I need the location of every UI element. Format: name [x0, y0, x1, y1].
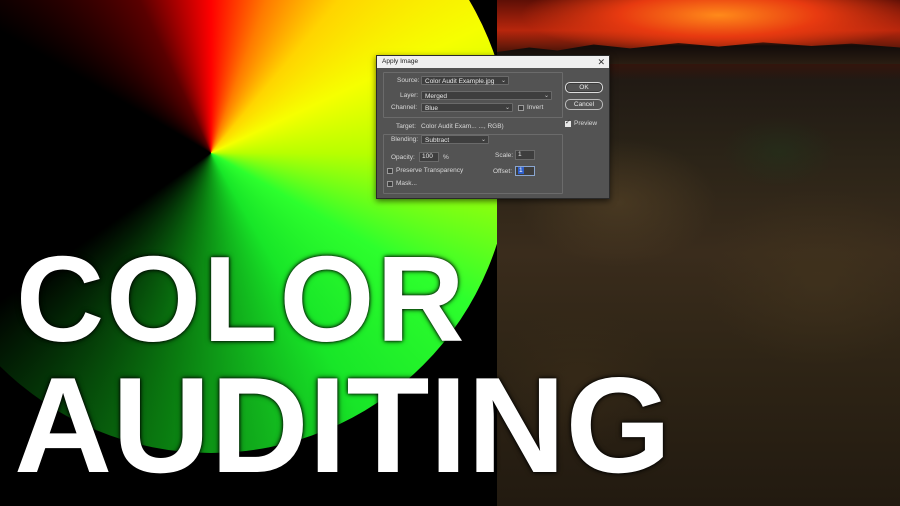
chevron-down-icon: ⌄: [500, 78, 506, 84]
blending-value: Subtract: [425, 137, 450, 144]
chevron-down-icon: ⌄: [504, 105, 510, 111]
layer-value: Merged: [425, 93, 448, 100]
preserve-transparency-label: Preserve Transparency: [396, 167, 464, 174]
apply-image-dialog: Apply Image ✕ Source: Color Audit Exampl…: [376, 55, 610, 199]
layer-label: Layer:: [400, 92, 419, 99]
channel-select[interactable]: Blue ⌄: [421, 103, 513, 112]
mask-label: Mask...: [396, 180, 417, 187]
dialog-title: Apply Image: [382, 58, 419, 65]
target-label: Target:: [396, 123, 416, 130]
target-value: Color Audit Exam... ..., RGB): [421, 123, 504, 130]
opacity-unit: %: [443, 154, 449, 161]
preview-label: Preview: [574, 120, 598, 127]
mask-checkbox[interactable]: [387, 181, 393, 187]
ok-button[interactable]: OK: [565, 82, 603, 93]
preview-checkbox[interactable]: [565, 118, 571, 127]
cancel-button[interactable]: Cancel: [565, 99, 603, 110]
source-select[interactable]: Color Audit Example.jpg ⌄: [421, 76, 509, 85]
scale-value: 1: [518, 151, 522, 158]
blending-select[interactable]: Subtract ⌄: [421, 135, 489, 144]
scale-label: Scale:: [495, 152, 514, 159]
opacity-value: 100: [422, 153, 433, 160]
layer-select[interactable]: Merged ⌄: [421, 91, 552, 100]
scale-input[interactable]: 1: [515, 150, 535, 160]
chevron-down-icon: ⌄: [480, 137, 486, 143]
preserve-transparency-checkbox[interactable]: [387, 168, 393, 174]
close-icon[interactable]: ✕: [597, 56, 605, 68]
source-label: Source:: [397, 77, 420, 84]
opacity-label: Opacity:: [391, 154, 415, 161]
blending-label: Blending:: [391, 136, 419, 143]
channel-value: Blue: [425, 105, 439, 112]
offset-value: 1: [518, 167, 524, 174]
dialog-titlebar[interactable]: Apply Image ✕: [377, 56, 609, 68]
source-value: Color Audit Example.jpg: [425, 78, 495, 85]
channel-label: Channel:: [391, 104, 418, 111]
thumbnail-canvas: Apply Image ✕ Source: Color Audit Exampl…: [0, 0, 900, 506]
opacity-input[interactable]: 100: [419, 152, 439, 162]
invert-checkbox[interactable]: [518, 105, 524, 111]
chevron-down-icon: ⌄: [543, 93, 549, 99]
headline-line-2: AUDITING: [14, 349, 672, 501]
offset-label: Offset:: [493, 168, 513, 175]
headline-line-1: COLOR: [16, 231, 467, 367]
offset-input[interactable]: 1: [515, 166, 535, 176]
invert-label: Invert: [527, 104, 544, 111]
